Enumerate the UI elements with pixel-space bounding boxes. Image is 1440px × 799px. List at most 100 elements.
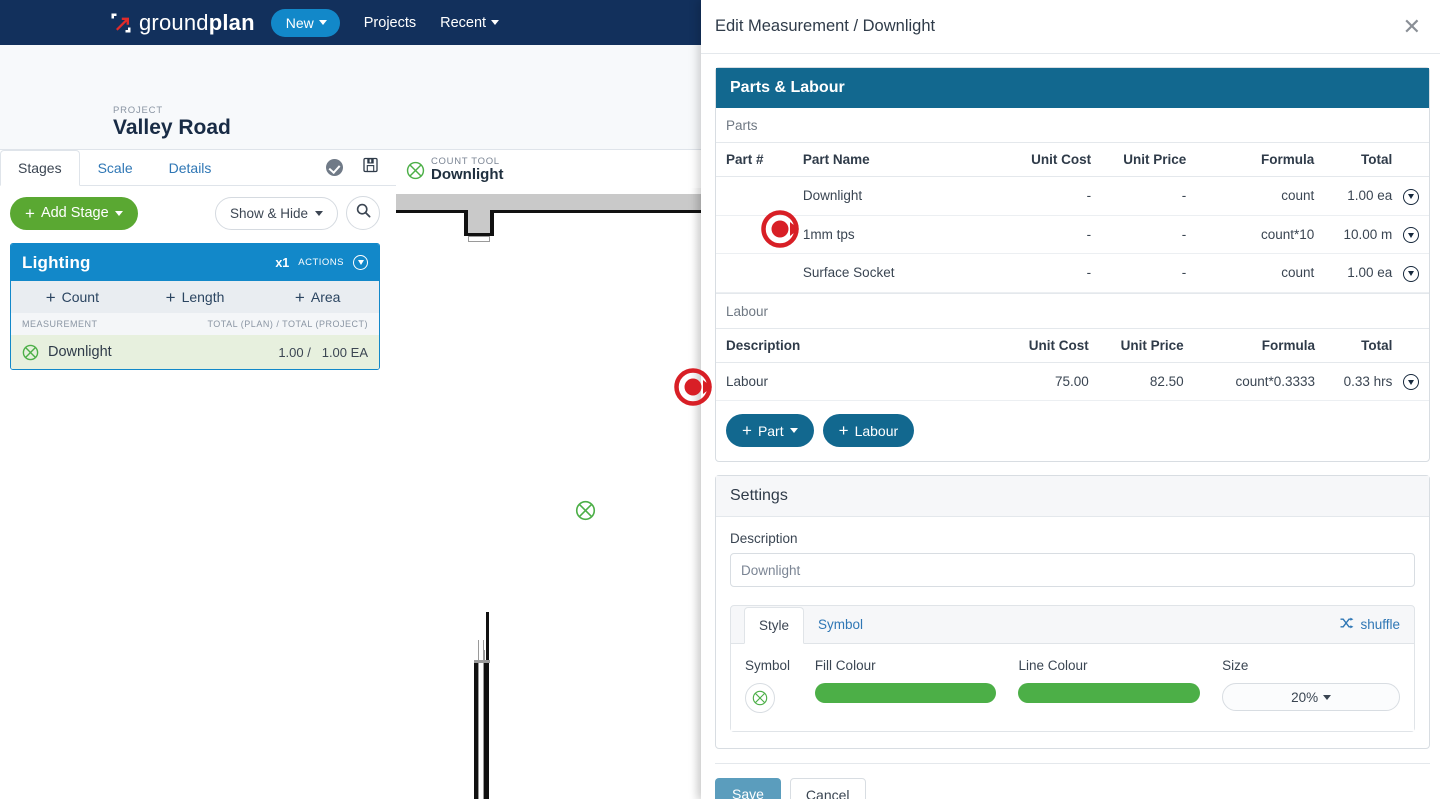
col-part-name: Part Name [802,143,984,177]
table-row[interactable]: 1mm tps - - count*10 10.00 m [716,215,1429,254]
col-menu [1392,328,1429,363]
measurement-name: Downlight [48,344,112,360]
symbol-picker-button[interactable] [745,683,775,713]
cell-unit-cost: - [983,176,1092,216]
parts-table: Part # Part Name Unit Cost Unit Price Fo… [716,143,1429,293]
col-unit-cost: Unit Cost [981,328,1089,363]
add-count-button[interactable]: + Count [11,281,134,313]
line-colour-label: Line Colour [1018,658,1088,673]
nav-link-recent[interactable]: Recent [440,15,500,31]
labour-section-label: Labour [716,292,1429,329]
cell-formula: count [1186,176,1315,216]
tab-details[interactable]: Details [151,150,230,185]
chevron-down-icon [315,210,323,216]
stage-header-actions: x1 ACTIONS [275,255,368,270]
new-button[interactable]: New [270,8,340,37]
add-stage-button[interactable]: + Add Stage [10,196,138,230]
stage-header[interactable]: Lighting x1 ACTIONS [11,244,379,281]
left-panel: Stages Scale Details + Add Stage Show & … [0,150,396,799]
groundplan-logo-icon [110,12,132,34]
search-button[interactable] [346,196,380,230]
x-circle-icon [406,161,425,179]
style-tabs: Style Symbol shuffle [731,606,1414,644]
col-unit-cost: Unit Cost [983,143,1092,177]
add-labour-button[interactable]: + Labour [822,414,915,447]
wall-line [491,210,715,213]
close-icon[interactable]: ✕ [1403,15,1426,38]
search-icon [356,203,371,223]
table-row[interactable]: Downlight - - count 1.00 ea [716,176,1429,216]
shuffle-button[interactable]: shuffle [1340,617,1414,632]
door-swing [468,236,490,242]
nav-link-projects-label: Projects [363,14,417,31]
plus-icon: + [838,421,849,440]
description-input[interactable] [730,553,1415,587]
table-row[interactable]: Labour 75.00 82.50 count*0.3333 0.33 hrs [716,362,1429,401]
add-length-button[interactable]: + Length [134,281,257,313]
count-tool-indicator: COUNT TOOL Downlight [396,150,715,188]
save-button[interactable]: Save [715,778,781,799]
plus-icon: + [742,421,752,440]
size-select[interactable]: 20% [1222,683,1400,711]
chevron-down-icon [1323,694,1332,700]
fill-colour-label: Fill Colour [814,658,876,673]
total-unit: EA [350,344,368,360]
chevron-down-circle-icon[interactable] [1402,227,1419,243]
col-description: Description [716,328,982,363]
symbol-field: Symbol [745,658,793,713]
cell-formula: count [1186,253,1315,293]
column-totals: TOTAL (PLAN) / TOTAL (PROJECT) [207,319,368,329]
shuffle-label: shuffle [1360,617,1400,632]
description-label: Description [730,531,798,546]
groundplan-logo[interactable]: groundplan [110,10,255,36]
cell-unit-price: 82.50 [1088,362,1184,401]
left-panel-tabs: Stages Scale Details [0,150,396,186]
chevron-down-circle-icon[interactable] [1402,188,1419,205]
plan-canvas[interactable]: COUNT TOOL Downlight [396,150,715,799]
tab-scale[interactable]: Scale [80,150,151,185]
stage-actions-label[interactable]: ACTIONS [298,257,344,268]
labour-table-header: Description Unit Cost Unit Price Formula… [716,328,1429,363]
fill-colour-swatch[interactable] [814,683,997,703]
total-plan: 1.00 [278,344,304,360]
fill-colour-field: Fill Colour [814,658,997,703]
cell-unit-price: - [1091,253,1187,293]
stage-name: Lighting [22,252,91,272]
wall-segment [396,194,715,210]
line-colour-swatch[interactable] [1018,683,1201,703]
placed-downlight-symbol[interactable] [575,500,596,526]
project-eyebrow: PROJECT [113,105,163,116]
cell-part-no [716,215,803,254]
x-circle-icon [752,690,768,706]
chevron-down-circle-icon[interactable] [1402,265,1419,282]
tab-style[interactable]: Style [744,606,805,644]
edit-measurement-panel: Edit Measurement / Downlight ✕ Parts & L… [701,0,1440,799]
wall-line [486,612,489,799]
tab-symbol[interactable]: Symbol [804,606,877,643]
add-part-button[interactable]: + Part [726,414,814,447]
add-labour-label: Labour [854,422,899,439]
chevron-down-circle-icon[interactable] [1402,374,1419,390]
parts-table-header: Part # Part Name Unit Cost Unit Price Fo… [716,143,1429,177]
floppy-disk-icon[interactable] [363,157,378,178]
add-area-button[interactable]: + Area [256,281,379,313]
cancel-button[interactable]: Cancel [789,778,866,799]
stage-card-lighting: Lighting x1 ACTIONS + Count + Length + A… [10,243,380,370]
settings-body: Description Style Symbol [716,517,1429,748]
new-button-label: New [285,14,314,31]
show-hide-button[interactable]: Show & Hide [214,196,338,230]
chevron-down-circle-icon[interactable] [353,255,368,270]
parts-section-label: Parts [716,108,1429,143]
cell-part-name: Downlight [802,176,984,216]
measurement-totals: 1.00 / 1.00 EA [278,345,368,360]
list-item[interactable]: Downlight 1.00 / 1.00 EA [11,335,379,369]
nav-link-projects[interactable]: Projects [364,15,416,31]
add-length-label: Length [181,289,225,305]
stage-multiplier: x1 [275,255,290,270]
check-circle-icon[interactable] [326,159,343,176]
table-row[interactable]: Surface Socket - - count 1.00 ea [716,253,1429,293]
tab-stages[interactable]: Stages [0,150,80,186]
style-content: Symbol Fill Colour Line Colour Size 20% [731,643,1414,731]
col-total: Total [1315,328,1393,363]
plan-drawing[interactable] [396,188,715,799]
